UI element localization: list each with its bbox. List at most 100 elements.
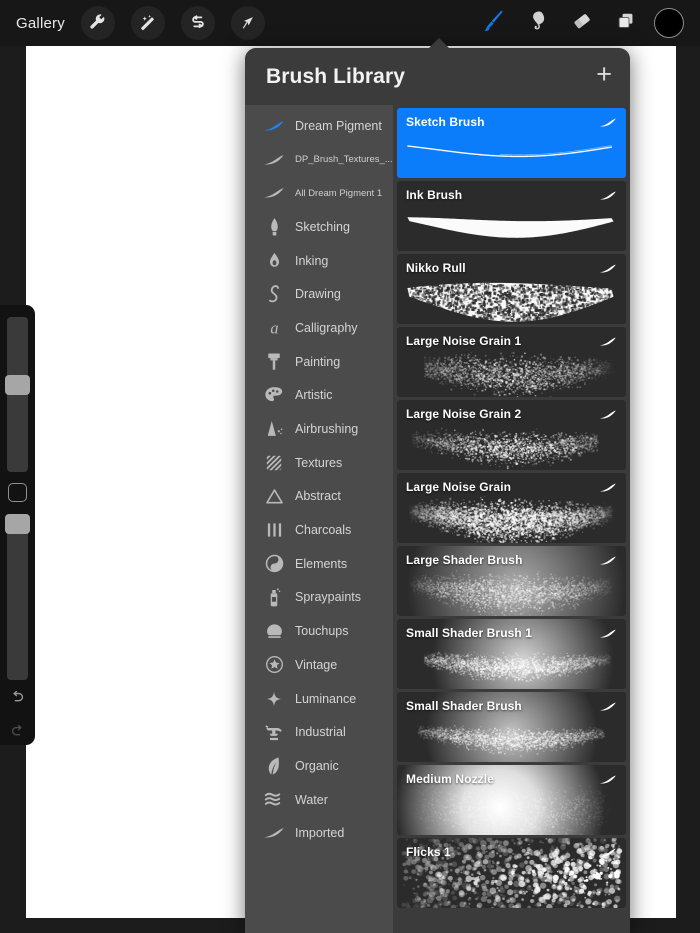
letter-a-icon: a [261,318,287,338]
selection-icon [189,14,207,32]
adjustments-wand-button[interactable] [130,6,165,40]
brush-category-label: Textures [295,455,343,470]
brush-category-item-calligraphy[interactable]: a Calligraphy [245,311,393,345]
brush-edit-icon[interactable] [599,480,617,498]
brush-category-item-all-dream-pigment-1[interactable]: All Dream Pigment 1 [245,176,393,210]
brush-item[interactable]: Small Shader Brush [397,692,626,762]
brush-edit-icon[interactable] [599,115,617,133]
brush-category-list[interactable]: Dream Pigment DP_Brush_Textures_... All Dr… [245,105,393,933]
brush-category-item-painting[interactable]: Painting [245,345,393,379]
palette-icon [261,386,287,404]
smudge-tool-button[interactable] [516,0,560,46]
yin-yang-icon [261,554,287,573]
brush-set-list[interactable]: Sketch Brush Ink Brush Nikko Rull Large Noi… [393,105,630,933]
dome-icon [261,622,287,640]
brush-item[interactable]: Large Noise Grain 2 [397,400,626,470]
brush-category-label: Luminance [295,691,357,706]
brush-category-item-sketching[interactable]: Sketching [245,210,393,244]
brush-category-item-airbrushing[interactable]: Airbrushing [245,412,393,446]
brush-category-item-imported[interactable]: Imported [245,816,393,850]
modify-button[interactable] [8,483,27,502]
brush-category-item-luminance[interactable]: Luminance [245,682,393,716]
brush-category-item-water[interactable]: Water [245,783,393,817]
brush-name-label: Large Shader Brush [406,553,523,567]
brush-category-item-organic[interactable]: Organic [245,749,393,783]
brush-category-item-drawing[interactable]: Drawing [245,277,393,311]
brush-category-item-spraypaints[interactable]: Spraypaints [245,581,393,615]
brush-category-item-abstract[interactable]: Abstract [245,480,393,514]
brush-swoosh-icon [261,826,287,840]
gallery-button[interactable]: Gallery [16,15,65,32]
brush-opacity-slider[interactable] [5,514,30,680]
brush-edit-icon[interactable] [599,699,617,717]
pencil-tip-icon [261,217,287,237]
paint-tool-button[interactable] [472,0,516,46]
brush-item[interactable]: Flicks 1 [397,838,626,908]
star-circle-icon [261,655,287,674]
brush-swoosh-icon [261,186,287,200]
brush-item[interactable]: Medium Nozzle [397,765,626,835]
brush-size-thumb[interactable] [5,375,30,395]
brush-category-label: All Dream Pigment 1 [295,187,383,199]
brush-library-header: Brush Library + [245,48,630,105]
top-toolbar-right-group [472,0,692,46]
brush-category-item-artistic[interactable]: Artistic [245,379,393,413]
actions-wrench-button[interactable] [80,6,115,40]
brush-category-label: Airbrushing [295,422,359,437]
brush-name-label: Nikko Rull [406,261,466,275]
color-swatch-button[interactable] [654,8,684,38]
redo-icon [9,723,26,745]
brush-item[interactable]: Large Noise Grain [397,473,626,543]
transform-button[interactable] [230,6,265,40]
selection-button[interactable] [180,6,215,40]
brush-edit-icon[interactable] [599,553,617,571]
brush-edit-icon[interactable] [599,407,617,425]
transform-arrow-icon [239,14,257,32]
brush-category-item-touchups[interactable]: Touchups [245,614,393,648]
brush-category-item-industrial[interactable]: Industrial [245,715,393,749]
three-bars-icon [261,521,287,539]
brush-edit-icon[interactable] [599,772,617,790]
brush-category-item-vintage[interactable]: Vintage [245,648,393,682]
erase-tool-button[interactable] [560,0,604,46]
brush-category-item-elements[interactable]: Elements [245,547,393,581]
brush-category-item-dp-brush-textures[interactable]: DP_Brush_Textures_... [245,143,393,177]
brush-edit-icon[interactable] [599,334,617,352]
redo-button[interactable] [0,717,35,751]
procreate-app: Gallery Brush Library + Dream Pigment DP… [0,0,700,933]
brush-category-item-charcoals[interactable]: Charcoals [245,513,393,547]
brush-category-label: Calligraphy [295,320,358,335]
brush-edit-icon[interactable] [599,626,617,644]
waves-icon [261,791,287,808]
brush-edit-icon[interactable] [599,188,617,206]
brush-item[interactable]: Ink Brush [397,181,626,251]
wrench-icon [88,13,107,33]
add-brush-button[interactable]: + [596,61,612,92]
brush-category-label: Vintage [295,657,338,672]
brush-item[interactable]: Small Shader Brush 1 [397,619,626,689]
brush-size-slider[interactable] [5,317,30,472]
brush-item[interactable]: Nikko Rull [397,254,626,324]
brush-opacity-thumb[interactable] [5,514,30,534]
brush-category-item-dream-pigment[interactable]: Dream Pigment [245,109,393,143]
eraser-icon [570,9,594,38]
ink-drop-icon [261,251,287,271]
magic-wand-icon [138,14,157,33]
brush-item[interactable]: Sketch Brush [397,108,626,178]
brush-name-label: Large Noise Grain 1 [406,334,522,348]
sparkle-icon [261,689,287,709]
hatch-square-icon [261,454,287,472]
brush-category-item-inking[interactable]: Inking [245,244,393,278]
brush-category-label: Elements [295,556,348,571]
brush-category-item-textures[interactable]: Textures [245,446,393,480]
undo-button[interactable] [0,683,35,717]
spray-can-icon [261,587,287,608]
brush-category-label: Touchups [295,624,349,639]
brush-edit-icon[interactable] [599,845,617,863]
brush-category-label: Water [295,792,328,807]
brush-edit-icon[interactable] [599,261,617,279]
layers-button[interactable] [604,0,648,46]
brush-category-label: DP_Brush_Textures_... [295,154,393,166]
brush-item[interactable]: Large Shader Brush [397,546,626,616]
brush-item[interactable]: Large Noise Grain 1 [397,327,626,397]
